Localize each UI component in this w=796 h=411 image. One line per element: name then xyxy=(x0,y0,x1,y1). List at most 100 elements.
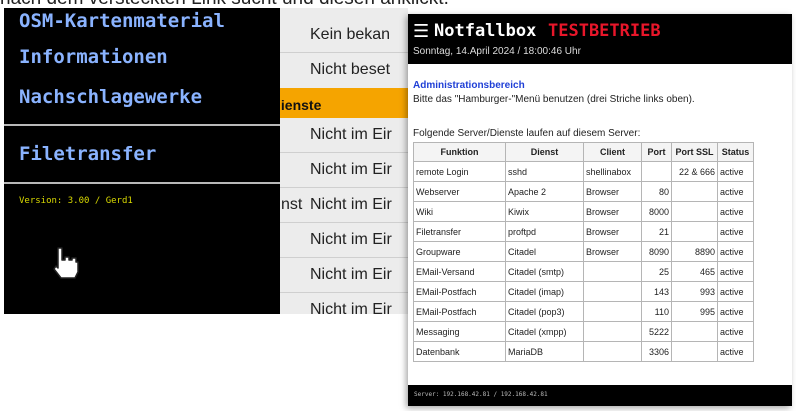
menu-divider xyxy=(4,124,280,126)
table-row: Groupware Citadel Browser 8090 8890 active xyxy=(413,241,754,262)
table-row: Messaging Citadel (xmpp) 5222 active xyxy=(413,321,754,342)
list-item-highlighted[interactable]: lienste xyxy=(280,88,408,118)
table-cell: Messaging xyxy=(413,321,506,342)
table-cell: proftpd xyxy=(505,221,584,242)
table-cell: 110 xyxy=(641,301,672,322)
column-header-port: Port xyxy=(641,142,672,162)
admin-hint: Bitte das "Hamburger-"Menü benutzen (dre… xyxy=(413,94,695,105)
list-item[interactable]: Nicht im Eir xyxy=(280,223,408,257)
table-row: EMail-Versand Citadel (smtp) 25 465 active xyxy=(413,261,754,282)
table-cell: Citadel (pop3) xyxy=(505,301,584,322)
table-cell: active xyxy=(717,281,754,302)
table-cell: Citadel (imap) xyxy=(505,281,584,302)
menu-divider xyxy=(4,182,280,184)
main-menu-panel: OSM-Kartenmaterial Informationen Nachsch… xyxy=(4,8,280,314)
table-cell: MariaDB xyxy=(505,341,584,362)
table-cell: Groupware xyxy=(413,241,506,262)
column-header-dienst: Dienst xyxy=(505,142,584,162)
table-cell xyxy=(583,261,642,282)
table-cell: 8000 xyxy=(641,201,672,222)
table-row: EMail-Postfach Citadel (pop3) 110 995 active xyxy=(413,301,754,322)
table-cell: EMail-Versand xyxy=(413,261,506,282)
menu-item-nachschlagewerke[interactable]: Nachschlagewerke xyxy=(19,86,202,108)
table-cell: active xyxy=(717,221,754,242)
table-cell: shellinabox xyxy=(583,161,642,182)
table-cell: Apache 2 xyxy=(505,181,584,202)
table-row: EMail-Postfach Citadel (imap) 143 993 active xyxy=(413,281,754,302)
table-row: Datenbank MariaDB 3306 active xyxy=(413,341,754,362)
table-header-row: Funktion Dienst Client Port Port SSL Sta… xyxy=(413,142,754,162)
app-title: Notfallbox xyxy=(434,21,537,41)
table-cell: Kiwix xyxy=(505,201,584,222)
table-cell: 995 xyxy=(671,301,718,322)
table-cell: remote Login xyxy=(413,161,506,182)
table-cell xyxy=(583,301,642,322)
table-cell: Browser xyxy=(583,201,642,222)
datetime-label: Sonntag, 14.April 2024 / 18:00:46 Uhr xyxy=(413,46,581,57)
services-table: Funktion Dienst Client Port Port SSL Sta… xyxy=(413,142,754,362)
table-cell: 143 xyxy=(641,281,672,302)
table-cell: Webserver xyxy=(413,181,506,202)
table-cell: EMail-Postfach xyxy=(413,301,506,322)
server-footer: Server: 192.168.42.81 / 192.168.42.81 xyxy=(408,385,792,406)
server-address-label: Server: 192.168.42.81 / 192.168.42.81 xyxy=(414,391,548,398)
column-header-port-ssl: Port SSL xyxy=(671,142,718,162)
list-item[interactable]: Nicht im Eir xyxy=(280,258,408,292)
table-cell: 3306 xyxy=(641,341,672,362)
table-cell xyxy=(583,341,642,362)
column-header-status: Status xyxy=(717,142,754,162)
table-cell: active xyxy=(717,301,754,322)
servers-intro: Folgende Server/Dienste laufen auf diese… xyxy=(413,128,641,139)
list-item[interactable]: Nicht im Eir xyxy=(280,293,408,314)
table-cell: Wiki xyxy=(413,201,506,222)
table-cell: active xyxy=(717,321,754,342)
table-cell: EMail-Postfach xyxy=(413,281,506,302)
table-cell: Datenbank xyxy=(413,341,506,362)
table-cell xyxy=(641,161,672,182)
hamburger-menu-icon[interactable]: ☰ xyxy=(413,21,429,42)
list-item[interactable]: Nicht beset xyxy=(280,53,408,87)
table-cell xyxy=(671,341,718,362)
admin-heading: Administrationsbereich xyxy=(413,80,525,91)
table-cell: 465 xyxy=(671,261,718,282)
list-item[interactable]: nst Nicht im Eir xyxy=(280,188,408,222)
table-cell: active xyxy=(717,201,754,222)
table-cell: active xyxy=(717,341,754,362)
menu-item-osm-karten[interactable]: OSM-Kartenmaterial xyxy=(19,10,225,32)
column-header-funktion: Funktion xyxy=(413,142,506,162)
service-list-panel: Kein bekan Nicht beset lienste Nicht im … xyxy=(280,8,408,314)
table-cell xyxy=(671,181,718,202)
table-cell: sshd xyxy=(505,161,584,182)
table-row: Filetransfer proftpd Browser 21 active xyxy=(413,221,754,242)
table-cell xyxy=(583,321,642,342)
list-item[interactable]: Kein bekan xyxy=(280,18,408,52)
notfallbox-window: ☰ Notfallbox TESTBETRIEB Sonntag, 14.Apr… xyxy=(408,14,792,406)
table-cell: Browser xyxy=(583,241,642,262)
table-cell: Citadel (smtp) xyxy=(505,261,584,282)
menu-item-informationen[interactable]: Informationen xyxy=(19,46,168,68)
table-cell: Filetransfer xyxy=(413,221,506,242)
list-item[interactable]: Nicht im Eir xyxy=(280,153,408,187)
table-cell: 25 xyxy=(641,261,672,282)
notfallbox-header: ☰ Notfallbox TESTBETRIEB Sonntag, 14.Apr… xyxy=(408,14,792,64)
table-cell xyxy=(583,281,642,302)
table-cell: active xyxy=(717,241,754,262)
table-row: Webserver Apache 2 Browser 80 active xyxy=(413,181,754,202)
table-cell: 80 xyxy=(641,181,672,202)
list-item[interactable]: Nicht im Eir xyxy=(280,118,408,152)
page-caption: nach dem versteckten Link sucht und dies… xyxy=(0,0,796,8)
table-cell: Citadel xyxy=(505,241,584,262)
table-cell xyxy=(671,221,718,242)
menu-item-filetransfer[interactable]: Filetransfer xyxy=(19,143,156,165)
table-cell xyxy=(671,201,718,222)
table-cell: Citadel (xmpp) xyxy=(505,321,584,342)
table-row: remote Login sshd shellinabox 22 & 666 activ… xyxy=(413,161,754,182)
table-cell: 8890 xyxy=(671,241,718,262)
hand-pointer-icon xyxy=(53,247,79,279)
version-label: Version: 3.00 / Gerd1 xyxy=(19,196,133,206)
table-cell: 8090 xyxy=(641,241,672,262)
table-cell xyxy=(671,321,718,342)
test-mode-badge: TESTBETRIEB xyxy=(548,21,661,41)
table-row: Wiki Kiwix Browser 8000 active xyxy=(413,201,754,222)
table-cell: Browser xyxy=(583,181,642,202)
